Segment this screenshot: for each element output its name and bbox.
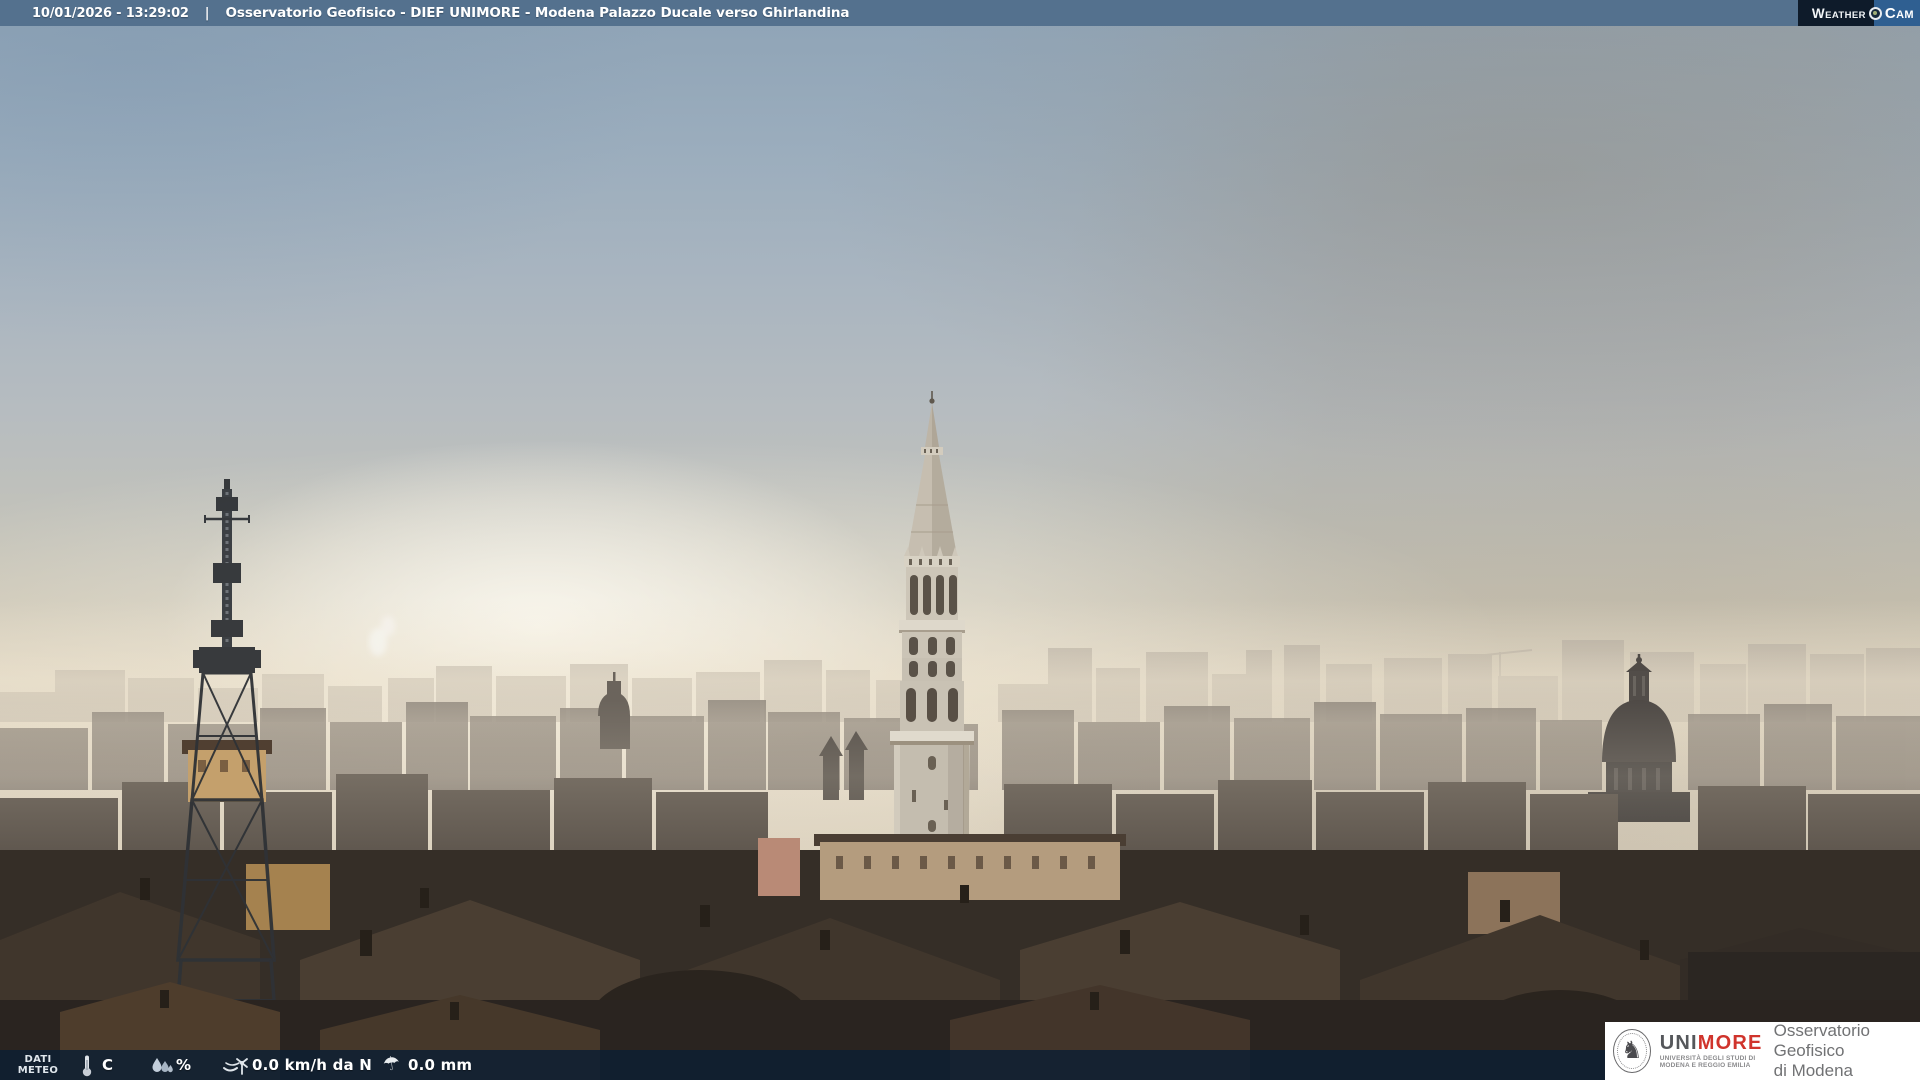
webcam-frame: 10/01/2026 - 13:29:02 | Osservatorio Geo… bbox=[0, 0, 1920, 1080]
unimore-brand: UNIMORE UNIVERSITÀ DEGLI STUDI DI MODENA… bbox=[1660, 1033, 1763, 1070]
station-title: Osservatorio Geofisico - DIEF UNIMORE - … bbox=[226, 5, 850, 21]
unimore-wordmark: UNIMORE bbox=[1660, 1033, 1763, 1053]
weathercam-cam-word: Cam bbox=[1885, 5, 1914, 22]
thermometer-icon bbox=[80, 1054, 94, 1077]
humidity-value: % bbox=[176, 1050, 191, 1080]
unimore-subtitle: UNIVERSITÀ DEGLI STUDI DI MODENA E REGGI… bbox=[1660, 1055, 1763, 1070]
observatory-name: Osservatorio Geofisico di Modena bbox=[1774, 1021, 1920, 1080]
header-bar: 10/01/2026 - 13:29:02 | Osservatorio Geo… bbox=[0, 0, 1920, 26]
meteo-label: DATI METEO bbox=[14, 1054, 62, 1076]
unimore-crest-icon: ♞ bbox=[1613, 1029, 1651, 1073]
weathercam-word: Weather bbox=[1812, 6, 1866, 21]
wind-anemometer-icon bbox=[222, 1055, 250, 1076]
humidity-drops-icon bbox=[149, 1056, 175, 1076]
umbrella-icon: ☂ bbox=[382, 1052, 402, 1076]
city-skyline bbox=[0, 0, 1920, 1080]
temperature-value: C bbox=[102, 1050, 113, 1080]
weathercam-logo: Weather Cam bbox=[1798, 0, 1920, 26]
ghirlandina-tower bbox=[890, 391, 974, 882]
header-separator: | bbox=[205, 6, 210, 21]
unimore-logo-box: ♞ UNIMORE UNIVERSITÀ DEGLI STUDI DI MODE… bbox=[1605, 1022, 1920, 1080]
rain-value: 0.0 mm bbox=[408, 1050, 472, 1080]
wind-value: 0.0 km/h da N bbox=[252, 1050, 372, 1080]
timestamp: 10/01/2026 - 13:29:02 bbox=[32, 6, 189, 21]
camera-lens-icon bbox=[1869, 7, 1882, 20]
